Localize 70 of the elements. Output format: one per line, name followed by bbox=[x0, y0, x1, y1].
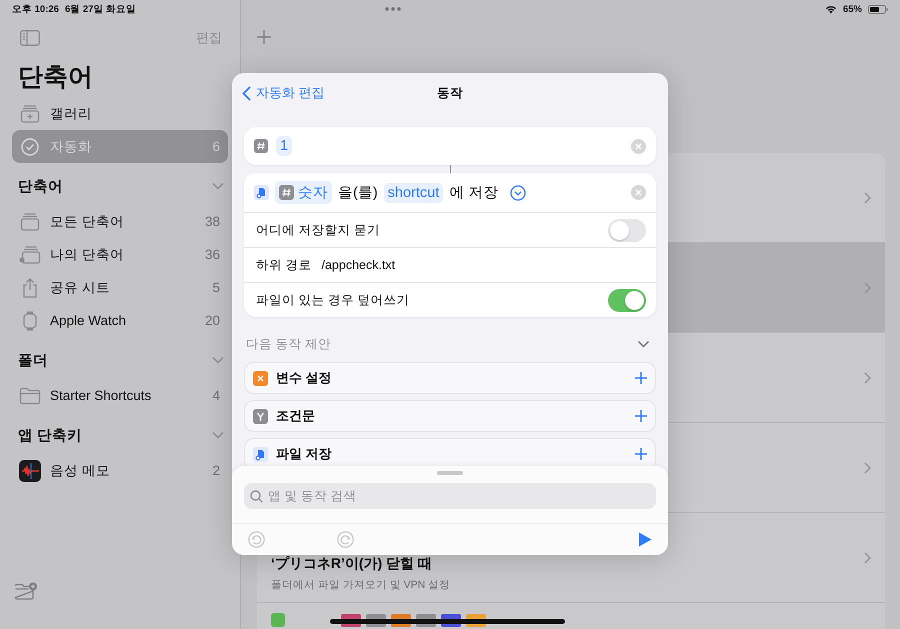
option-label: 어디에 저장할지 묻기 bbox=[256, 222, 381, 238]
path-value[interactable]: /appcheck.txt bbox=[321, 258, 396, 272]
section-header: 앱 단축키 bbox=[18, 426, 82, 444]
clock-icon bbox=[20, 136, 40, 156]
file-icon bbox=[253, 446, 268, 462]
chevron-down-icon[interactable] bbox=[637, 340, 650, 348]
action-text: 을(를) bbox=[338, 184, 378, 202]
redo-button[interactable] bbox=[337, 531, 354, 548]
battery-percent: 65% bbox=[842, 4, 862, 14]
add-icon[interactable] bbox=[635, 372, 647, 384]
sidebar-item[interactable]: 모든 단축어 38 bbox=[12, 205, 228, 238]
sidebar-item[interactable]: 음성 메모 2 bbox=[12, 454, 228, 487]
toggle-switch[interactable] bbox=[608, 288, 646, 312]
sidebar-item[interactable]: 나의 단축어 36 bbox=[12, 238, 228, 271]
add-icon[interactable] bbox=[635, 410, 647, 422]
file-icon bbox=[254, 185, 269, 200]
more-dots-icon[interactable] bbox=[384, 7, 401, 11]
clear-icon[interactable] bbox=[631, 185, 646, 200]
sidebar-item[interactable]: 공유 시트 5 bbox=[12, 271, 228, 304]
option-label: 하위 경로 bbox=[256, 256, 312, 274]
chevron-right-icon bbox=[864, 552, 871, 564]
sidebar-item[interactable]: 갤러리 bbox=[12, 97, 228, 130]
variable-icon bbox=[253, 370, 268, 386]
undo-button[interactable] bbox=[248, 531, 265, 548]
branch-icon bbox=[253, 408, 268, 424]
wifi-icon bbox=[824, 4, 837, 14]
chevron-down-icon[interactable] bbox=[212, 182, 224, 190]
hash-icon bbox=[279, 185, 294, 200]
chevron-right-icon bbox=[864, 282, 871, 294]
chevron-right-icon bbox=[864, 192, 871, 204]
chevron-right-icon bbox=[864, 462, 871, 474]
section-header: 폴더 bbox=[18, 352, 48, 370]
add-icon[interactable] bbox=[257, 30, 271, 44]
chevron-down-icon[interactable] bbox=[212, 356, 224, 364]
option-label: 파일이 있는 경우 덮어쓰기 bbox=[256, 292, 410, 308]
sidebar-item[interactable]: Apple Watch 20 bbox=[12, 304, 228, 337]
play-button[interactable] bbox=[638, 532, 652, 547]
section-header: 단축어 bbox=[18, 178, 63, 196]
new-folder-icon[interactable] bbox=[14, 582, 38, 600]
status-date: 6월 27일 화요일 bbox=[64, 2, 136, 16]
toggle-switch[interactable] bbox=[608, 218, 646, 242]
sheet-title: 동작 bbox=[437, 84, 463, 102]
chevron-down-icon[interactable] bbox=[212, 431, 224, 439]
voice-memo-icon bbox=[19, 460, 41, 482]
battery-icon bbox=[868, 4, 888, 14]
suggestions-header: 다음 동작 제안 bbox=[246, 336, 331, 352]
suggested-action[interactable]: 조건문 bbox=[244, 400, 656, 432]
status-time: 오후 10:26 bbox=[12, 2, 59, 16]
sidebar-toggle-icon[interactable] bbox=[20, 30, 40, 46]
back-button[interactable]: 자동화 편집 bbox=[242, 84, 325, 102]
suggested-action[interactable]: 파일 저장 bbox=[244, 438, 656, 466]
clear-icon[interactable] bbox=[631, 138, 646, 154]
suggested-action[interactable]: 변수 설정 bbox=[244, 362, 656, 394]
gallery-icon bbox=[20, 104, 40, 122]
action-text: 에 저장 bbox=[449, 184, 498, 202]
sidebar-title: 단축어 bbox=[17, 62, 94, 93]
sidebar-item[interactable]: Starter Shortcuts 4 bbox=[12, 379, 228, 412]
stack-icon bbox=[20, 212, 40, 230]
automation-subtitle: 폴더에서 파일 가져오기 및 VPN 설정 bbox=[271, 578, 452, 592]
share-icon bbox=[21, 278, 39, 298]
watch-icon bbox=[23, 310, 37, 330]
search-field[interactable]: 앱 및 동작 검색 bbox=[244, 483, 656, 509]
add-icon[interactable] bbox=[635, 448, 647, 460]
chevron-right-icon bbox=[864, 372, 871, 384]
hash-icon bbox=[254, 139, 268, 153]
person-stack-icon bbox=[19, 246, 41, 264]
folder-icon bbox=[19, 386, 41, 404]
automation-title: ‘プリコネR’이(가) 닫힐 때 bbox=[271, 555, 433, 573]
expand-icon[interactable] bbox=[510, 184, 526, 200]
back-chevron-icon bbox=[242, 86, 251, 100]
